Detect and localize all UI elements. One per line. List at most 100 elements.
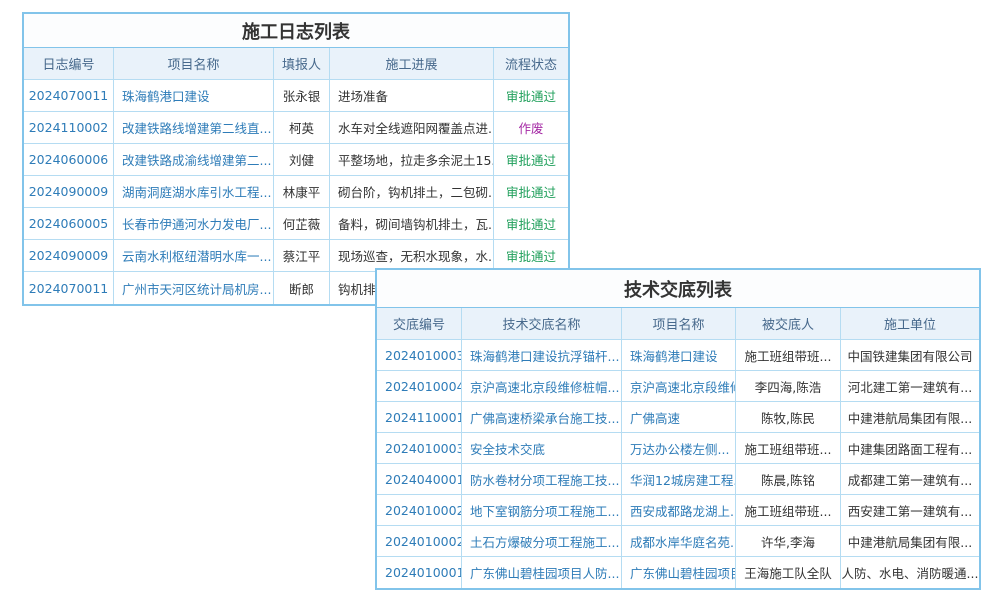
tech-disclosure-panel: 技术交底列表 交底编号 技术交底名称 项目名称 被交底人 施工单位 202401… bbox=[375, 268, 981, 590]
tech-table-row: 2024010001 广东佛山碧桂园项目人防... 广东佛山碧桂园项目 王海施工… bbox=[377, 557, 979, 588]
log-table-row: 2024060005 长春市伊通河水力发电厂... 何芷薇 备料，砌间墙钩机排土… bbox=[24, 208, 568, 240]
tech-unit-text: 成都建工第一建筑有... bbox=[841, 464, 979, 495]
log-project-link[interactable]: 珠海鹤港口建设 bbox=[114, 80, 274, 112]
tech-name-link[interactable]: 防水卷材分项工程施工技... bbox=[462, 464, 622, 495]
log-reporter-text: 张永银 bbox=[274, 80, 330, 112]
tech-name-link[interactable]: 广佛高速桥梁承台施工技... bbox=[462, 402, 622, 433]
tech-table-row: 2024110001 广佛高速桥梁承台施工技... 广佛高速 陈牧,陈民 中建港… bbox=[377, 402, 979, 433]
log-project-link[interactable]: 云南水利枢纽潜明水库一... bbox=[114, 240, 274, 272]
tech-name-link[interactable]: 地下室钢筋分项工程施工... bbox=[462, 495, 622, 526]
tech-id-link[interactable]: 2024010003 bbox=[377, 340, 462, 371]
log-col-header-project: 项目名称 bbox=[114, 48, 274, 80]
tech-table-row: 2024010002 地下室钢筋分项工程施工... 西安成都路龙湖上... 施工… bbox=[377, 495, 979, 526]
tech-project-link[interactable]: 广东佛山碧桂园项目 bbox=[622, 557, 736, 588]
tech-person-text: 施工班组带班... bbox=[736, 340, 841, 371]
log-table-row: 2024060006 改建铁路成渝线增建第二... 刘健 平整场地，拉走多余泥土… bbox=[24, 144, 568, 176]
log-progress-text: 备料，砌间墙钩机排土，瓦... bbox=[330, 208, 494, 240]
log-reporter-text: 柯英 bbox=[274, 112, 330, 144]
log-table-row: 2024070011 珠海鹤港口建设 张永银 进场准备 审批通过 bbox=[24, 80, 568, 112]
tech-table-row: 2024040001 防水卷材分项工程施工技... 华润12城房建工程... 陈… bbox=[377, 464, 979, 495]
log-id-link[interactable]: 2024060005 bbox=[24, 208, 114, 240]
tech-project-link[interactable]: 广佛高速 bbox=[622, 402, 736, 433]
tech-id-link[interactable]: 2024010002 bbox=[377, 526, 462, 557]
log-col-header-status: 流程状态 bbox=[494, 48, 568, 80]
tech-unit-text: 中建港航局集团有限... bbox=[841, 526, 979, 557]
log-id-link[interactable]: 2024110002 bbox=[24, 112, 114, 144]
log-col-header-id: 日志编号 bbox=[24, 48, 114, 80]
log-progress-text: 平整场地，拉走多余泥土15... bbox=[330, 144, 494, 176]
log-id-link[interactable]: 2024070011 bbox=[24, 272, 114, 304]
tech-col-header-project: 项目名称 bbox=[622, 308, 736, 340]
tech-unit-text: 人防、水电、消防暖通... bbox=[841, 557, 979, 588]
log-id-link[interactable]: 2024060006 bbox=[24, 144, 114, 176]
tech-name-link[interactable]: 京沪高速北京段维修桩帽... bbox=[462, 371, 622, 402]
tech-table-row: 2024010002 土石方爆破分项工程施工... 成都水岸华庭名苑... 许华… bbox=[377, 526, 979, 557]
tech-col-header-person: 被交底人 bbox=[736, 308, 841, 340]
tech-person-text: 许华,李海 bbox=[736, 526, 841, 557]
log-status-badge: 审批通过 bbox=[494, 80, 568, 112]
tech-name-link[interactable]: 土石方爆破分项工程施工... bbox=[462, 526, 622, 557]
log-header-row: 日志编号 项目名称 填报人 施工进展 流程状态 bbox=[24, 48, 568, 80]
log-col-header-reporter: 填报人 bbox=[274, 48, 330, 80]
tech-col-header-id: 交底编号 bbox=[377, 308, 462, 340]
log-status-badge: 审批通过 bbox=[494, 208, 568, 240]
tech-unit-text: 西安建工第一建筑有... bbox=[841, 495, 979, 526]
log-reporter-text: 刘健 bbox=[274, 144, 330, 176]
tech-person-text: 施工班组带班... bbox=[736, 433, 841, 464]
log-project-link[interactable]: 广州市天河区统计局机房... bbox=[114, 272, 274, 304]
tech-person-text: 陈牧,陈民 bbox=[736, 402, 841, 433]
log-table-row: 2024110002 改建铁路线增建第二线直... 柯英 水车对全线遮阳网覆盖点… bbox=[24, 112, 568, 144]
log-reporter-text: 蔡江平 bbox=[274, 240, 330, 272]
log-status-badge: 审批通过 bbox=[494, 144, 568, 176]
tech-id-link[interactable]: 2024010002 bbox=[377, 495, 462, 526]
tech-project-link[interactable]: 京沪高速北京段维修 bbox=[622, 371, 736, 402]
log-reporter-text: 断郎 bbox=[274, 272, 330, 304]
tech-unit-text: 中建港航局集团有限... bbox=[841, 402, 979, 433]
tech-unit-text: 中国铁建集团有限公司 bbox=[841, 340, 979, 371]
log-project-link[interactable]: 改建铁路成渝线增建第二... bbox=[114, 144, 274, 176]
log-progress-text: 进场准备 bbox=[330, 80, 494, 112]
tech-project-link[interactable]: 西安成都路龙湖上... bbox=[622, 495, 736, 526]
tech-table-row: 2024010003 珠海鹤港口建设抗浮锚杆... 珠海鹤港口建设 施工班组带班… bbox=[377, 340, 979, 371]
tech-person-text: 陈晨,陈铭 bbox=[736, 464, 841, 495]
tech-person-text: 王海施工队全队 bbox=[736, 557, 841, 588]
tech-person-text: 李四海,陈浩 bbox=[736, 371, 841, 402]
tech-id-link[interactable]: 2024110001 bbox=[377, 402, 462, 433]
tech-id-link[interactable]: 2024040001 bbox=[377, 464, 462, 495]
log-col-header-progress: 施工进展 bbox=[330, 48, 494, 80]
tech-project-link[interactable]: 华润12城房建工程... bbox=[622, 464, 736, 495]
tech-id-link[interactable]: 2024010004 bbox=[377, 371, 462, 402]
log-reporter-text: 林康平 bbox=[274, 176, 330, 208]
tech-table-row: 2024010003 安全技术交底 万达办公楼左侧... 施工班组带班... 中… bbox=[377, 433, 979, 464]
tech-name-link[interactable]: 珠海鹤港口建设抗浮锚杆... bbox=[462, 340, 622, 371]
tech-col-header-unit: 施工单位 bbox=[841, 308, 979, 340]
tech-project-link[interactable]: 成都水岸华庭名苑... bbox=[622, 526, 736, 557]
log-progress-text: 砌台阶，钩机排土，二包砌... bbox=[330, 176, 494, 208]
log-id-link[interactable]: 2024070011 bbox=[24, 80, 114, 112]
log-status-badge: 审批通过 bbox=[494, 176, 568, 208]
tech-id-link[interactable]: 2024010001 bbox=[377, 557, 462, 588]
log-status-badge: 作废 bbox=[494, 112, 568, 144]
log-table-row: 2024090009 湖南洞庭湖水库引水工程... 林康平 砌台阶，钩机排土，二… bbox=[24, 176, 568, 208]
tech-header-row: 交底编号 技术交底名称 项目名称 被交底人 施工单位 bbox=[377, 308, 979, 340]
tech-col-header-name: 技术交底名称 bbox=[462, 308, 622, 340]
log-project-link[interactable]: 长春市伊通河水力发电厂... bbox=[114, 208, 274, 240]
tech-id-link[interactable]: 2024010003 bbox=[377, 433, 462, 464]
construction-log-title: 施工日志列表 bbox=[24, 14, 568, 48]
tech-person-text: 施工班组带班... bbox=[736, 495, 841, 526]
log-id-link[interactable]: 2024090009 bbox=[24, 176, 114, 208]
tech-name-link[interactable]: 广东佛山碧桂园项目人防... bbox=[462, 557, 622, 588]
construction-log-table: 日志编号 项目名称 填报人 施工进展 流程状态 2024070011 珠海鹤港口… bbox=[24, 48, 568, 304]
log-reporter-text: 何芷薇 bbox=[274, 208, 330, 240]
tech-table-row: 2024010004 京沪高速北京段维修桩帽... 京沪高速北京段维修 李四海,… bbox=[377, 371, 979, 402]
tech-project-link[interactable]: 万达办公楼左侧... bbox=[622, 433, 736, 464]
tech-disclosure-title: 技术交底列表 bbox=[377, 270, 979, 308]
tech-name-link[interactable]: 安全技术交底 bbox=[462, 433, 622, 464]
tech-unit-text: 河北建工第一建筑有... bbox=[841, 371, 979, 402]
tech-unit-text: 中建集团路面工程有... bbox=[841, 433, 979, 464]
tech-project-link[interactable]: 珠海鹤港口建设 bbox=[622, 340, 736, 371]
log-project-link[interactable]: 湖南洞庭湖水库引水工程... bbox=[114, 176, 274, 208]
log-project-link[interactable]: 改建铁路线增建第二线直... bbox=[114, 112, 274, 144]
log-id-link[interactable]: 2024090009 bbox=[24, 240, 114, 272]
tech-disclosure-table: 交底编号 技术交底名称 项目名称 被交底人 施工单位 2024010003 珠海… bbox=[377, 308, 979, 588]
